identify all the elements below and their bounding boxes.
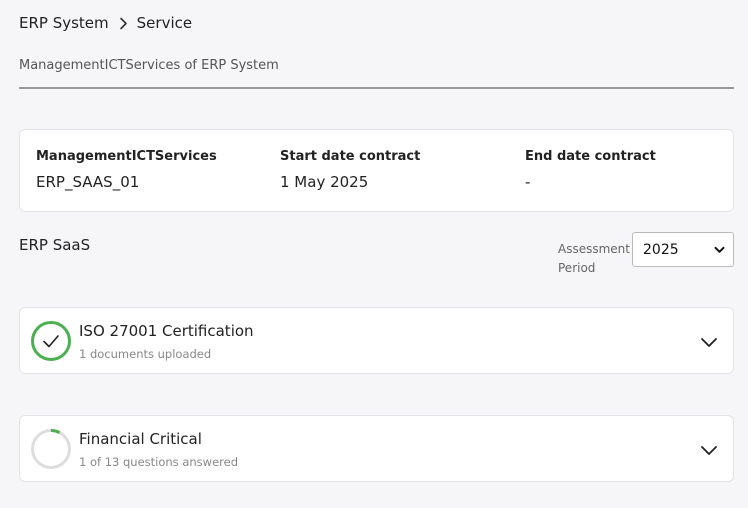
start-date-label: Start date contract <box>280 149 421 164</box>
service-value: ERP_SAAS_01 <box>36 173 140 191</box>
progress-ring-icon <box>30 428 72 470</box>
breadcrumb: ERP System Service <box>19 12 192 34</box>
breadcrumb-item-service: Service <box>136 14 193 32</box>
chevron-down-icon <box>714 242 725 258</box>
start-date-column: Start date contract 1 May 2025 <box>280 149 420 191</box>
end-date-label: End date contract <box>525 149 656 164</box>
start-date-value: 1 May 2025 <box>280 173 369 191</box>
chevron-down-icon[interactable] <box>699 440 719 460</box>
assessment-title: Financial Critical <box>79 430 202 448</box>
assessment-meta: 1 documents uploaded <box>79 347 212 361</box>
service-label: ManagementICTServices <box>36 149 217 164</box>
breadcrumb-item-erp-system[interactable]: ERP System <box>19 14 109 32</box>
contract-info-card: ManagementICTServices ERP_SAAS_01 Start … <box>19 129 734 212</box>
service-id-column: ManagementICTServices ERP_SAAS_01 <box>36 149 217 191</box>
chevron-right-icon <box>119 17 128 30</box>
divider <box>19 87 734 89</box>
assessment-iso27001[interactable]: ISO 27001 Certification 1 documents uplo… <box>19 307 734 374</box>
assessment-meta: 1 of 13 questions answered <box>79 455 238 469</box>
assessment-financial-critical[interactable]: Financial Critical 1 of 13 questions ans… <box>19 415 734 482</box>
check-circle-icon <box>30 320 72 362</box>
chevron-down-icon[interactable] <box>699 332 719 352</box>
assessment-period-select[interactable]: 2025 <box>632 232 734 267</box>
page-subtitle: ManagementICTServices of ERP System <box>19 58 279 73</box>
assessment-title: ISO 27001 Certification <box>79 322 254 340</box>
assessment-period-value: 2025 <box>643 241 679 258</box>
assessment-period-label: Assessment Period <box>558 242 630 275</box>
section-title: ERP SaaS <box>19 236 91 254</box>
end-date-column: End date contract - <box>525 149 656 191</box>
end-date-value: - <box>525 173 531 191</box>
